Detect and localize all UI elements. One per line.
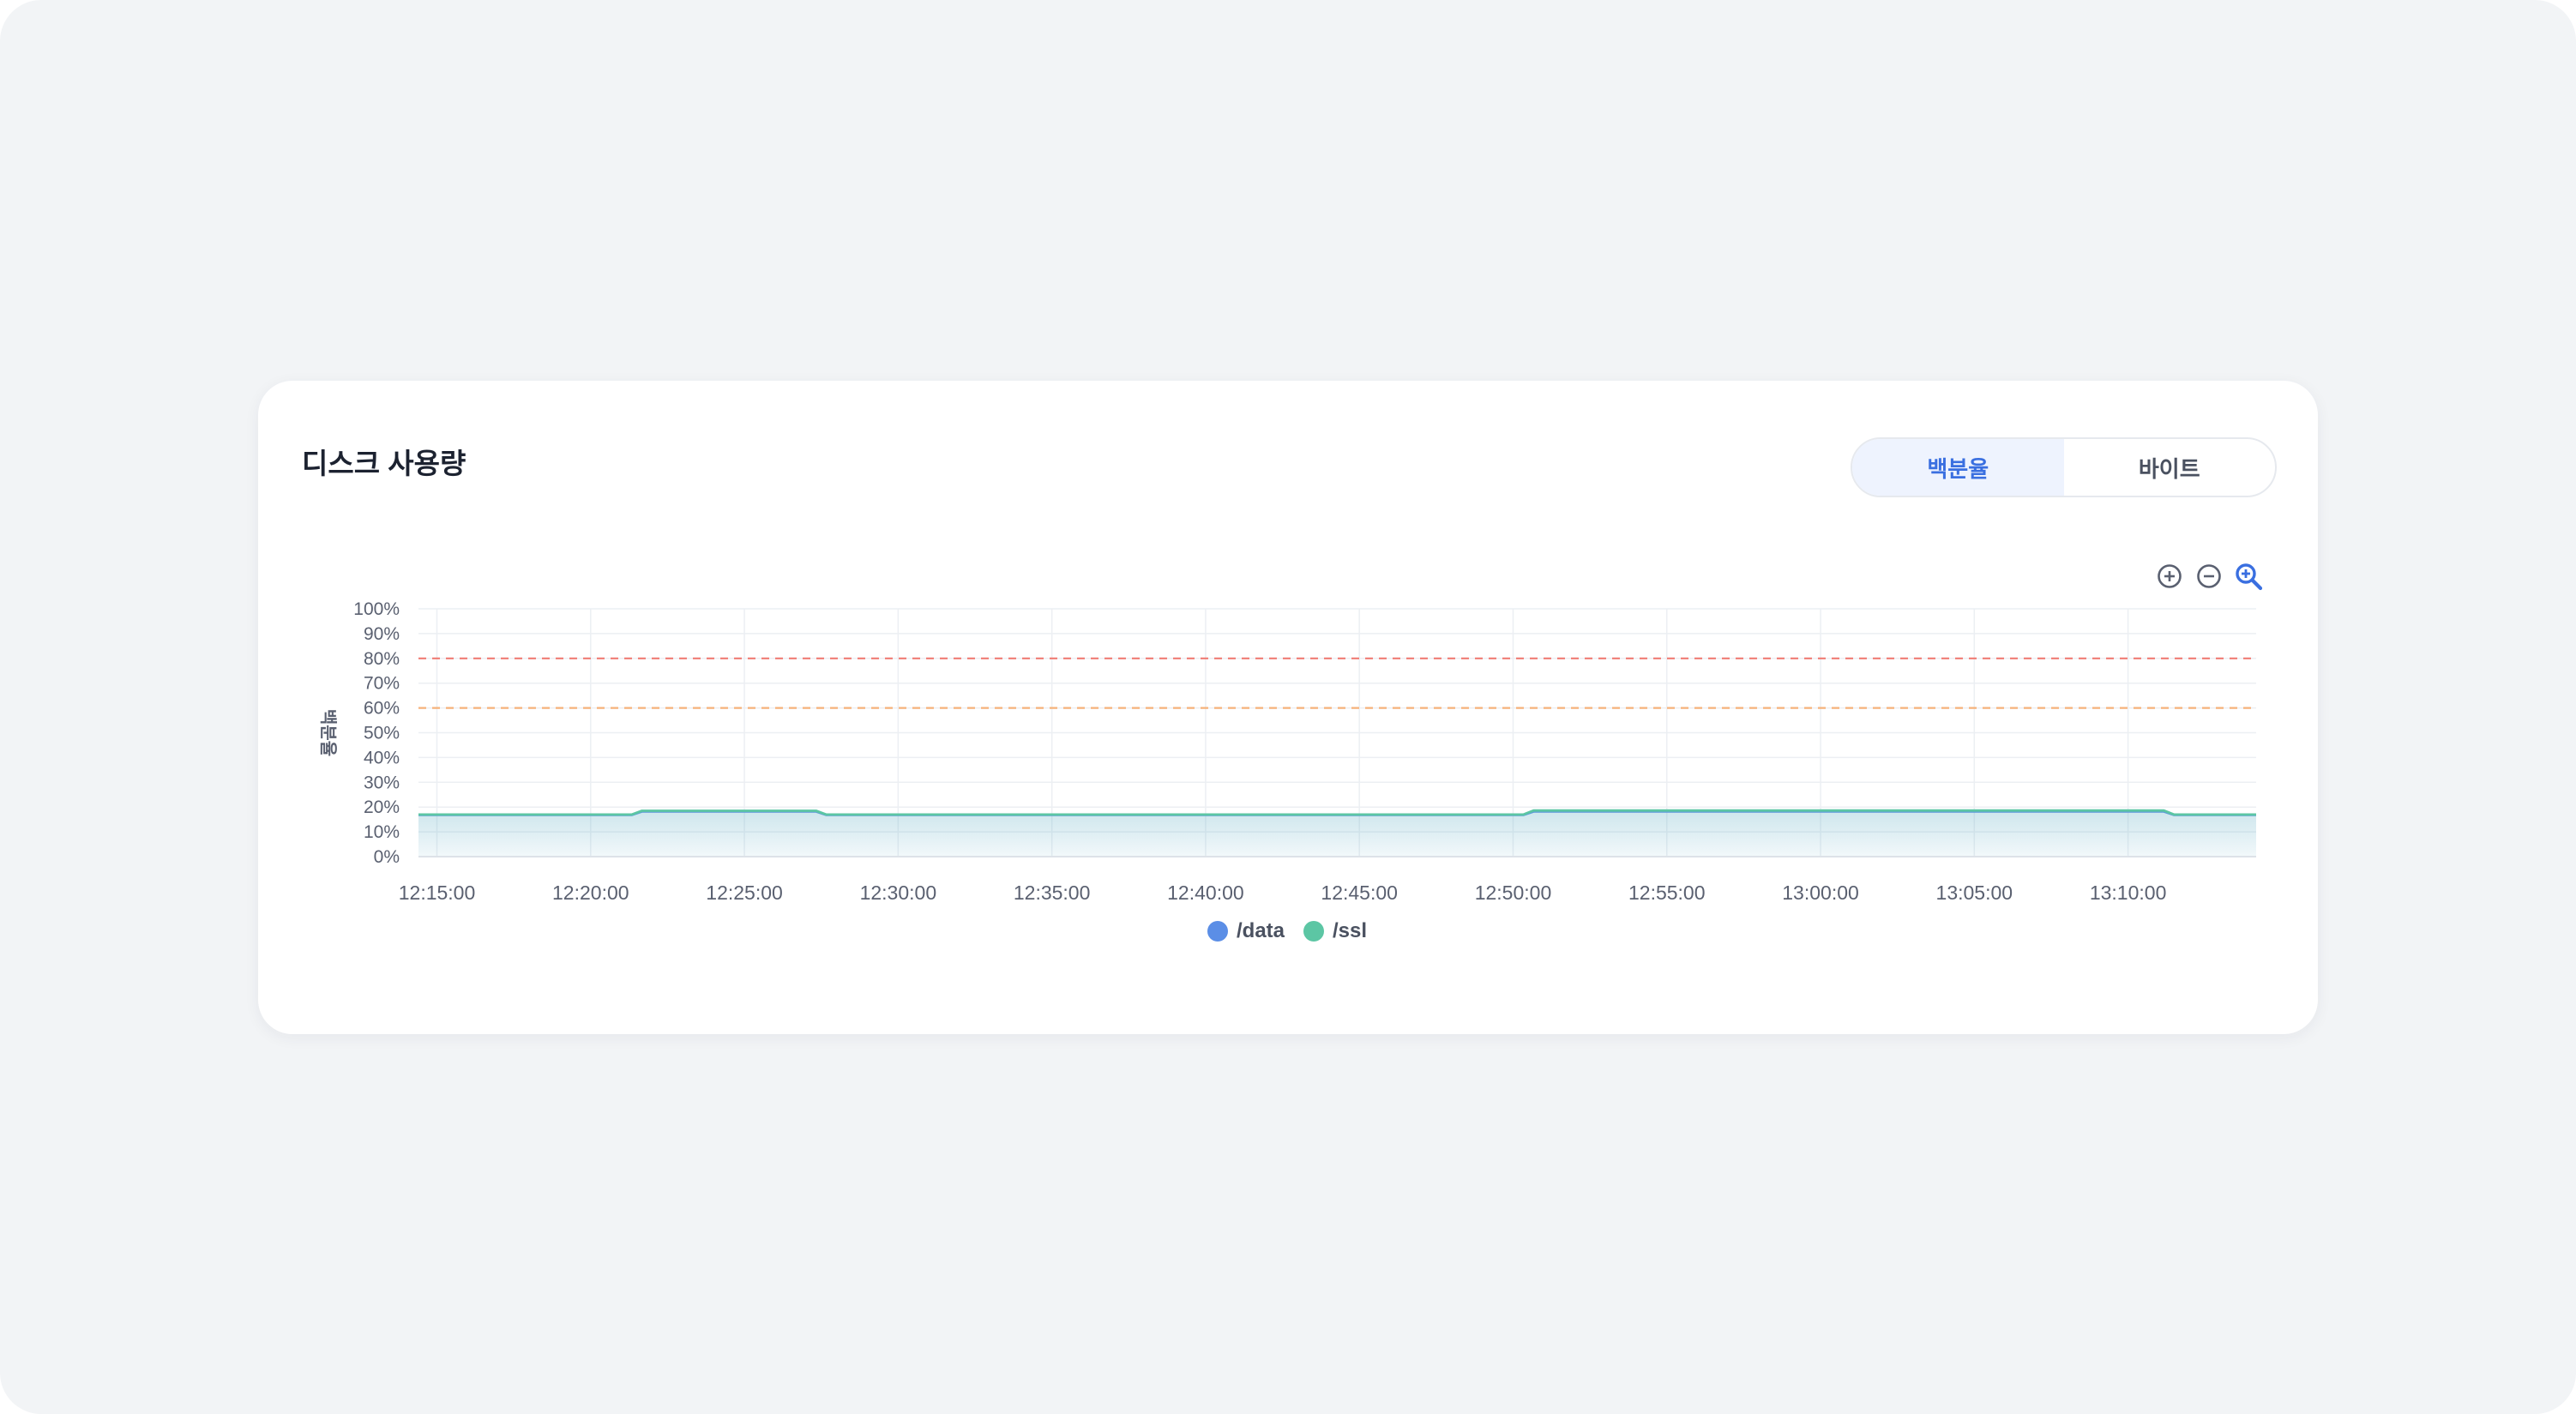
screen-background: 디스크 사용량 백분율 바이트 0% 10% 20% 30% 40% 50% 60% 70 xyxy=(0,0,2576,1414)
x-tick-label: 12:25:00 xyxy=(706,881,783,904)
series-area-ssl xyxy=(418,810,2256,857)
x-tick-label: 12:55:00 xyxy=(1628,881,1706,904)
x-tick-label: 12:45:00 xyxy=(1321,881,1398,904)
y-tick-label: 50% xyxy=(364,724,400,743)
x-tick-label: 12:50:00 xyxy=(1475,881,1552,904)
legend-label-ssl: /ssl xyxy=(1333,919,1368,942)
x-tick-label: 13:00:00 xyxy=(1782,881,1859,904)
y-tick-label: 80% xyxy=(364,649,400,669)
x-tick-label: 12:15:00 xyxy=(399,881,476,904)
legend-label-data: /data xyxy=(1237,919,1285,942)
legend-dot-data xyxy=(1207,921,1228,942)
y-tick-label: 90% xyxy=(364,624,400,644)
legend-item-data[interactable]: /data xyxy=(1207,919,1285,943)
y-tick-label: 10% xyxy=(364,822,400,842)
y-tick-label: 0% xyxy=(374,847,400,867)
y-tick-label: 30% xyxy=(364,773,400,792)
y-axis-label: 백분율 xyxy=(318,709,338,756)
y-tick-label: 100% xyxy=(353,599,400,619)
legend-dot-ssl xyxy=(1303,921,1325,942)
y-tick-label: 40% xyxy=(364,748,400,767)
x-tick-label: 12:35:00 xyxy=(1014,881,1091,904)
x-tick-label: 13:05:00 xyxy=(1936,881,2013,904)
x-tick-label: 13:10:00 xyxy=(2090,881,2167,904)
disk-usage-card: 디스크 사용량 백분율 바이트 0% 10% 20% 30% 40% 50% 60% 70 xyxy=(258,381,2318,1034)
legend-item-ssl[interactable]: /ssl xyxy=(1303,919,1367,943)
x-tick-label: 12:40:00 xyxy=(1167,881,1244,904)
x-tick-label: 12:20:00 xyxy=(552,881,629,904)
y-tick-label: 60% xyxy=(364,699,400,719)
x-tick-label: 12:30:00 xyxy=(860,881,937,904)
y-tick-label: 20% xyxy=(364,797,400,817)
y-tick-label: 70% xyxy=(364,674,400,694)
chart-legend: /data /ssl xyxy=(1207,914,1367,948)
